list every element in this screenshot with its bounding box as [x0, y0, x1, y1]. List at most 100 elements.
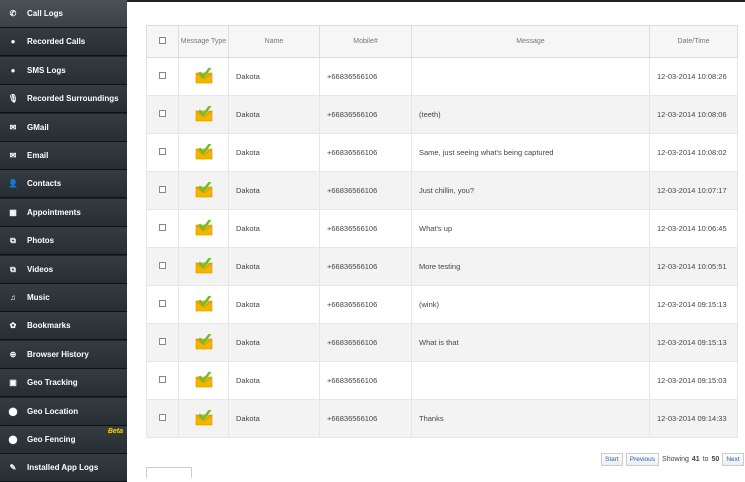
- previous-page-button[interactable]: Previous: [625, 453, 660, 466]
- datetime-cell: 12-03-2014 09:15:13: [649, 323, 738, 362]
- sidebar-item-installed-app-logs[interactable]: ✎ Installed App Logs: [0, 454, 127, 482]
- sidebar-item-browser-history[interactable]: ⊕ Browser History: [0, 341, 127, 369]
- sidebar-item-sms-logs[interactable]: ● SMS Logs: [0, 57, 127, 85]
- row-checkbox[interactable]: [159, 414, 166, 421]
- row-select-cell: [146, 133, 179, 172]
- select-all-checkbox[interactable]: [159, 37, 166, 44]
- row-select-cell: [146, 361, 179, 400]
- table-row[interactable]: Dakota +66836566106 Just chillin, you? 12-0…: [146, 171, 738, 210]
- header-mobile[interactable]: Mobile#: [319, 25, 412, 58]
- received-message-icon: [195, 142, 213, 162]
- sidebar-item-bookmarks[interactable]: ✿ Bookmarks: [0, 312, 127, 340]
- sidebar-item-call-logs[interactable]: ✆ Call Logs: [0, 0, 127, 28]
- sidebar-item-appointments[interactable]: ▦ Appointments: [0, 199, 127, 227]
- header-message-type[interactable]: Message Type: [178, 25, 229, 58]
- bookmark-icon: ✿: [9, 321, 17, 330]
- row-checkbox[interactable]: [159, 262, 166, 269]
- table-row[interactable]: Dakota +66836566106 12-03-2014 10:08:26: [146, 57, 738, 96]
- name-cell: Dakota: [228, 399, 320, 438]
- record-icon: ●: [10, 37, 16, 46]
- mobile-cell: +66836566106: [319, 171, 412, 210]
- sidebar-item-label: Recorded Calls: [27, 37, 86, 46]
- datetime-cell: 12-03-2014 10:05:51: [649, 247, 738, 286]
- message-type-cell: [178, 209, 229, 248]
- mobile-cell: +66836566106: [319, 399, 412, 438]
- row-select-cell: [146, 399, 179, 438]
- sidebar-item-contacts[interactable]: 👤 Contacts: [0, 170, 127, 198]
- name-cell: Dakota: [228, 95, 320, 134]
- row-checkbox[interactable]: [159, 186, 166, 193]
- name-cell: Dakota: [228, 57, 320, 96]
- phone-icon: ✆: [9, 9, 17, 18]
- sidebar: ✆ Call Logs ● Recorded Calls ● SMS Logs 🎙 Recor…: [0, 0, 127, 482]
- table-row[interactable]: Dakota +66836566106 Same, just seeing what…: [146, 133, 738, 172]
- mobile-cell: +66836566106: [319, 57, 412, 96]
- message-type-cell: [178, 361, 229, 400]
- sidebar-item-label: Appointments: [27, 208, 81, 217]
- sidebar-item-geo-location[interactable]: ⬤ Geo Location: [0, 398, 127, 426]
- message-type-cell: [178, 133, 229, 172]
- sidebar-item-label: Geo Tracking: [27, 378, 78, 387]
- table-row[interactable]: Dakota +66836566106 (wink) 12-03-2014 09:15…: [146, 285, 738, 324]
- table-row[interactable]: Dakota +66836566106 What is that 12-03-2014…: [146, 323, 738, 362]
- sidebar-item-recorded-surroundings[interactable]: 🎙 Recorded Surroundings: [0, 85, 127, 113]
- received-message-icon: [195, 180, 213, 200]
- message-type-cell: [178, 171, 229, 210]
- row-checkbox[interactable]: [159, 224, 166, 231]
- sidebar-item-email[interactable]: ✉ Email: [0, 142, 127, 170]
- message-cell: (teeth): [411, 95, 650, 134]
- sidebar-item-music[interactable]: ♫ Music: [0, 284, 127, 312]
- message-cell: Same, just seeing what's being captured: [411, 133, 650, 172]
- row-checkbox[interactable]: [159, 72, 166, 79]
- header-name[interactable]: Name: [228, 25, 320, 58]
- table-row[interactable]: Dakota +66836566106 (teeth) 12-03-2014 10:0…: [146, 95, 738, 134]
- row-select-cell: [146, 323, 179, 362]
- header-message[interactable]: Message: [411, 25, 650, 58]
- datetime-cell: 12-03-2014 09:15:03: [649, 361, 738, 400]
- datetime-cell: 12-03-2014 10:06:45: [649, 209, 738, 248]
- datetime-cell: 12-03-2014 09:14:33: [649, 399, 738, 438]
- row-checkbox[interactable]: [159, 338, 166, 345]
- row-select-cell: [146, 285, 179, 324]
- row-checkbox[interactable]: [159, 376, 166, 383]
- mobile-cell: +66836566106: [319, 209, 412, 248]
- sidebar-item-label: Browser History: [27, 350, 89, 359]
- sidebar-item-label: Videos: [27, 265, 54, 274]
- row-checkbox[interactable]: [159, 148, 166, 155]
- message-type-cell: [178, 57, 229, 96]
- row-checkbox[interactable]: [159, 300, 166, 307]
- table-row[interactable]: Dakota +66836566106 More testing 12-03-2014…: [146, 247, 738, 286]
- sidebar-item-gmail[interactable]: ✉ GMail: [0, 114, 127, 142]
- start-page-button[interactable]: Start: [601, 453, 623, 466]
- envelope-icon: ✉: [9, 151, 17, 160]
- globe-icon: ⊕: [9, 350, 17, 359]
- sidebar-item-label: Installed App Logs: [27, 463, 99, 472]
- message-cell: [411, 57, 650, 96]
- table-row[interactable]: Dakota +66836566106 12-03-2014 09:15:03: [146, 361, 738, 400]
- header-datetime[interactable]: Date/Time: [649, 25, 738, 58]
- music-note-icon: ♫: [10, 293, 16, 302]
- sidebar-item-label: Geo Fencing: [27, 435, 76, 444]
- name-cell: Dakota: [228, 133, 320, 172]
- row-checkbox[interactable]: [159, 110, 166, 117]
- sidebar-item-geo-fencing[interactable]: ⬤ Geo Fencing Beta: [0, 426, 127, 454]
- sidebar-item-photos[interactable]: ⧉ Photos: [0, 227, 127, 255]
- sidebar-item-recorded-calls[interactable]: ● Recorded Calls: [0, 28, 127, 56]
- message-cell: Just chillin, you?: [411, 171, 650, 210]
- table-row[interactable]: Dakota +66836566106 What's up 12-03-2014 10…: [146, 209, 738, 248]
- sidebar-item-label: Contacts: [27, 179, 62, 188]
- page-size-select[interactable]: [146, 467, 192, 478]
- sidebar-item-videos[interactable]: ⧉ Videos: [0, 256, 127, 284]
- message-cell: What's up: [411, 209, 650, 248]
- pagination: Start Previous Showing 41 to 50 Next: [601, 453, 744, 466]
- sidebar-item-label: Call Logs: [27, 9, 64, 18]
- row-select-cell: [146, 57, 179, 96]
- received-message-icon: [195, 294, 213, 314]
- message-type-cell: [178, 323, 229, 362]
- next-page-button[interactable]: Next: [722, 453, 744, 466]
- message-type-cell: [178, 285, 229, 324]
- message-type-cell: [178, 399, 229, 438]
- table-row[interactable]: Dakota +66836566106 Thanks 12-03-2014 09:14…: [146, 399, 738, 438]
- received-message-icon: [195, 104, 213, 124]
- sidebar-item-geo-tracking[interactable]: ▣ Geo Tracking: [0, 369, 127, 397]
